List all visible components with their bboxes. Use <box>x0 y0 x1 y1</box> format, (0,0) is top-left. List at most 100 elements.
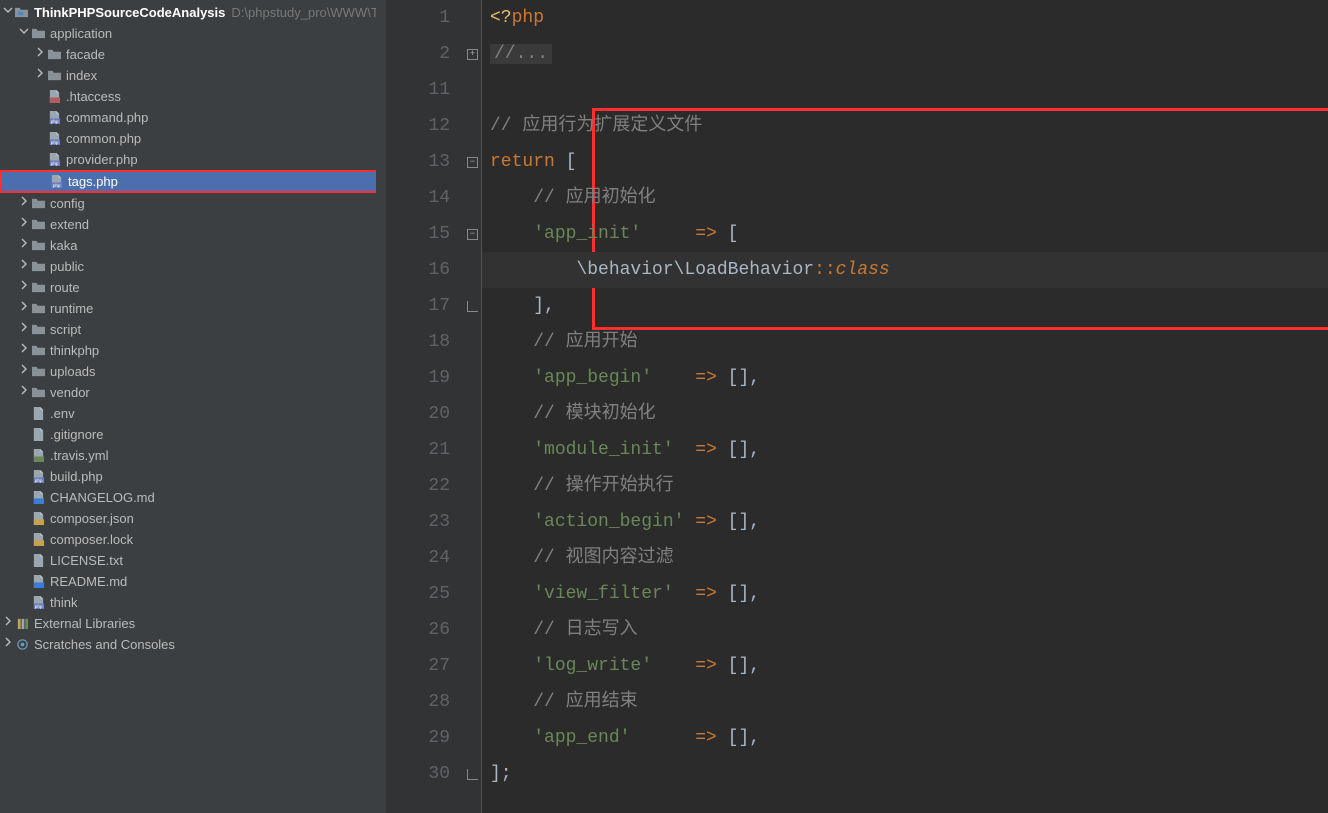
code-line[interactable]: 'log_write' => [], <box>482 648 1328 684</box>
gutter-line-number[interactable]: 13 <box>386 144 450 180</box>
tree-toggle-icon[interactable] <box>18 23 30 44</box>
code-line[interactable]: 'app_init' => [ <box>482 216 1328 252</box>
gutter-line-number[interactable]: 21 <box>386 432 450 468</box>
tree-item-command-php[interactable]: phpcommand.php <box>0 107 386 128</box>
tree-toggle-icon[interactable] <box>18 361 30 382</box>
tree-item-kaka[interactable]: kaka <box>0 235 386 256</box>
gutter-line-number[interactable]: 28 <box>386 684 450 720</box>
gutter-line-number[interactable]: 11 <box>386 72 450 108</box>
code-line[interactable]: // 视图内容过滤 <box>482 540 1328 576</box>
code-area[interactable]: <?php//... // 应用行为扩展定义文件return [ // 应用初始化… <box>482 0 1328 813</box>
tree-item--env[interactable]: .env <box>0 403 386 424</box>
code-line[interactable]: // 模块初始化 <box>482 396 1328 432</box>
sidebar-scrollbar[interactable] <box>376 0 386 813</box>
project-tool-window[interactable]: ThinkPHPSourceCodeAnalysisD:\phpstudy_pr… <box>0 0 386 813</box>
tree-item-license-txt[interactable]: LICENSE.txt <box>0 550 386 571</box>
fold-region-marker[interactable] <box>464 288 481 324</box>
tree-item-composer-json[interactable]: composer.json <box>0 508 386 529</box>
tree-toggle-icon[interactable] <box>34 65 46 86</box>
code-line[interactable] <box>482 72 1328 108</box>
gutter-line-number[interactable]: 16 <box>386 252 450 288</box>
code-line[interactable]: <?php <box>482 0 1328 36</box>
tree-item-external-libraries[interactable]: External Libraries <box>0 613 386 634</box>
tree-item-thinkphp[interactable]: thinkphp <box>0 340 386 361</box>
project-tree[interactable]: ThinkPHPSourceCodeAnalysisD:\phpstudy_pr… <box>0 0 386 655</box>
code-line[interactable]: // 操作开始执行 <box>482 468 1328 504</box>
tree-item-tags-php[interactable]: phptags.php <box>0 170 386 193</box>
gutter-line-number[interactable]: 27 <box>386 648 450 684</box>
code-line[interactable]: //... <box>482 36 1328 72</box>
fold-region-marker[interactable]: − <box>464 216 481 252</box>
fold-region-marker[interactable]: + <box>464 36 481 72</box>
tree-item-changelog-md[interactable]: CHANGELOG.md <box>0 487 386 508</box>
gutter-line-number[interactable]: 26 <box>386 612 450 648</box>
tree-item-application[interactable]: application <box>0 23 386 44</box>
code-line[interactable]: 'app_begin' => [], <box>482 360 1328 396</box>
tree-item-vendor[interactable]: vendor <box>0 382 386 403</box>
code-line[interactable]: // 应用行为扩展定义文件 <box>482 108 1328 144</box>
fold-bar[interactable]: + − − <box>464 0 482 813</box>
code-line[interactable]: return [ <box>482 144 1328 180</box>
code-line[interactable]: ], <box>482 288 1328 324</box>
tree-item-uploads[interactable]: uploads <box>0 361 386 382</box>
tree-toggle-icon[interactable] <box>2 2 14 23</box>
gutter-line-number[interactable]: 19 <box>386 360 450 396</box>
gutter-line-number[interactable]: 30 <box>386 756 450 792</box>
tree-item-common-php[interactable]: phpcommon.php <box>0 128 386 149</box>
tree-toggle-icon[interactable] <box>2 634 14 655</box>
tree-item-provider-php[interactable]: phpprovider.php <box>0 149 386 170</box>
tree-toggle-icon[interactable] <box>2 613 14 634</box>
gutter-line-number[interactable]: 1 <box>386 0 450 36</box>
gutter-line-number[interactable]: 23 <box>386 504 450 540</box>
tree-item-readme-md[interactable]: README.md <box>0 571 386 592</box>
tree-toggle-icon[interactable] <box>18 319 30 340</box>
tree-toggle-icon[interactable] <box>18 340 30 361</box>
fold-region-marker[interactable]: − <box>464 144 481 180</box>
code-line[interactable]: 'app_end' => [], <box>482 720 1328 756</box>
tree-item-runtime[interactable]: runtime <box>0 298 386 319</box>
tree-toggle-icon[interactable] <box>18 235 30 256</box>
gutter-line-number[interactable]: 12 <box>386 108 450 144</box>
tree-item--travis-yml[interactable]: .travis.yml <box>0 445 386 466</box>
gutter-line-number[interactable]: 24 <box>386 540 450 576</box>
code-editor[interactable]: 1211121314151617181920212223242526272829… <box>386 0 1328 813</box>
gutter-line-number[interactable]: 22 <box>386 468 450 504</box>
code-line[interactable]: 'action_begin' => [], <box>482 504 1328 540</box>
code-line[interactable]: // 日志写入 <box>482 612 1328 648</box>
tree-item--gitignore[interactable]: .gitignore <box>0 424 386 445</box>
gutter[interactable]: 1211121314151617181920212223242526272829… <box>386 0 464 813</box>
tree-item-script[interactable]: script <box>0 319 386 340</box>
tree-toggle-icon[interactable] <box>18 193 30 214</box>
tree-item-route[interactable]: route <box>0 277 386 298</box>
tree-item-index[interactable]: index <box>0 65 386 86</box>
tree-item-config[interactable]: config <box>0 193 386 214</box>
code-line[interactable]: // 应用结束 <box>482 684 1328 720</box>
fold-region-marker[interactable] <box>464 756 481 792</box>
gutter-line-number[interactable]: 25 <box>386 576 450 612</box>
tree-toggle-icon[interactable] <box>34 44 46 65</box>
tree-item-scratches-and-consoles[interactable]: Scratches and Consoles <box>0 634 386 655</box>
tree-item-build-php[interactable]: phpbuild.php <box>0 466 386 487</box>
tree-toggle-icon[interactable] <box>18 277 30 298</box>
tree-toggle-icon[interactable] <box>18 214 30 235</box>
gutter-line-number[interactable]: 15 <box>386 216 450 252</box>
tree-item-facade[interactable]: facade <box>0 44 386 65</box>
code-line[interactable]: // 应用开始 <box>482 324 1328 360</box>
tree-item-thinkphpsourcecodeanalysis[interactable]: ThinkPHPSourceCodeAnalysisD:\phpstudy_pr… <box>0 2 386 23</box>
gutter-line-number[interactable]: 20 <box>386 396 450 432</box>
gutter-line-number[interactable]: 17 <box>386 288 450 324</box>
gutter-line-number[interactable]: 29 <box>386 720 450 756</box>
tree-toggle-icon[interactable] <box>18 298 30 319</box>
code-line[interactable]: 'view_filter' => [], <box>482 576 1328 612</box>
gutter-line-number[interactable]: 18 <box>386 324 450 360</box>
code-line[interactable]: ]; <box>482 756 1328 792</box>
tree-item-public[interactable]: public <box>0 256 386 277</box>
tree-item-think[interactable]: phpthink <box>0 592 386 613</box>
code-line[interactable]: \behavior\LoadBehavior::class <box>482 252 1328 288</box>
gutter-line-number[interactable]: 14 <box>386 180 450 216</box>
tree-toggle-icon[interactable] <box>18 382 30 403</box>
code-line[interactable]: // 应用初始化 <box>482 180 1328 216</box>
tree-item-composer-lock[interactable]: composer.lock <box>0 529 386 550</box>
gutter-line-number[interactable]: 2 <box>386 36 450 72</box>
tree-toggle-icon[interactable] <box>18 256 30 277</box>
